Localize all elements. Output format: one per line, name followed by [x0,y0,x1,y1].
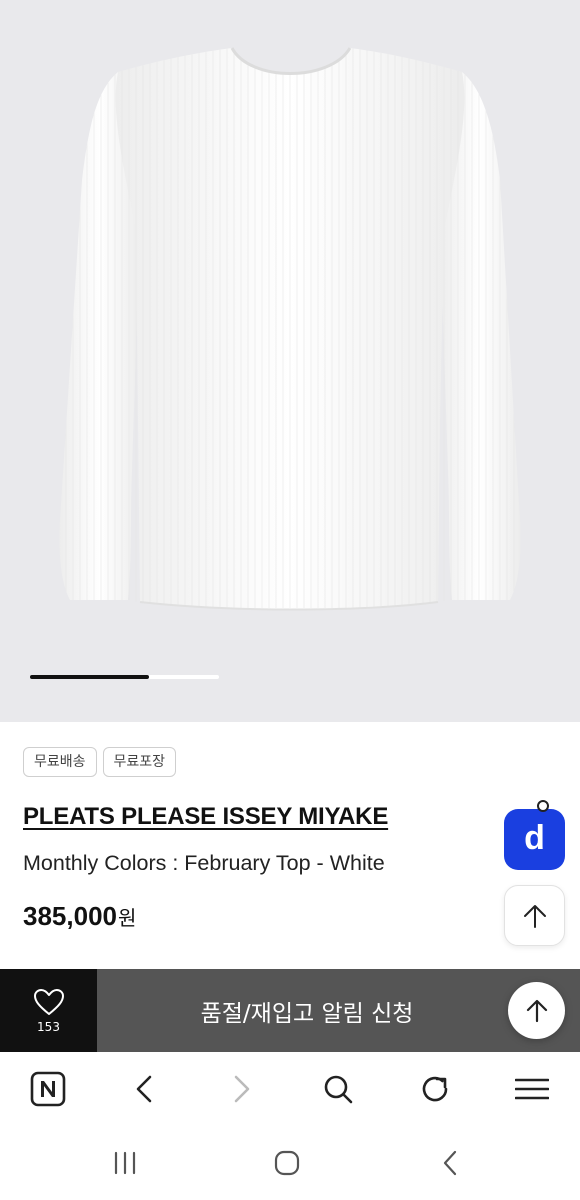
arrow-up-icon [523,904,546,928]
carousel-progress-fill [30,675,150,679]
recent-apps-button[interactable] [100,1140,150,1186]
browser-toolbar [0,1052,580,1128]
scroll-up-button[interactable] [508,982,565,1039]
purchase-action-bar: 153 품절/재입고 알림 신청 [0,969,580,1052]
d-logo-letter: d [524,818,545,857]
keyring-icon [537,800,549,812]
heart-icon [33,988,64,1015]
back-icon [136,1075,152,1103]
scroll-top-button[interactable] [504,885,565,946]
arrow-up-icon [526,999,547,1022]
home-icon [274,1150,300,1176]
naver-home-button[interactable] [23,1064,73,1114]
brand-link[interactable]: PLEATS PLEASE ISSEY MIYAKE [23,803,388,831]
restock-alert-label: 품절/재입고 알림 신청 [200,1000,414,1027]
recent-apps-icon [114,1151,136,1175]
search-button[interactable] [313,1064,363,1114]
back-button[interactable] [119,1064,169,1114]
naver-n-icon [30,1071,66,1107]
price-unit: 원 [117,906,137,930]
like-button[interactable]: 153 [0,969,97,1052]
product-price: 385,000원 [23,901,136,932]
tag-free-wrapping: 무료포장 [102,747,177,777]
price-value: 385,000 [23,901,117,931]
product-image[interactable] [0,0,580,722]
refresh-button[interactable] [410,1064,460,1114]
search-icon [324,1075,353,1104]
home-button[interactable] [262,1140,312,1186]
menu-icon [515,1078,549,1100]
back-icon [443,1150,457,1176]
forward-icon [234,1075,250,1103]
product-title: Monthly Colors : February Top - White [23,851,385,875]
system-navigation-bar [0,1128,580,1200]
garment-illustration [59,47,521,611]
tag-free-shipping: 무료배송 [23,747,97,777]
d-app-button[interactable]: d [504,800,565,870]
system-back-button[interactable] [425,1140,475,1186]
like-count: 153 [37,1019,60,1034]
refresh-icon [422,1076,448,1102]
benefit-tags: 무료배송 무료포장 [23,747,177,777]
carousel-progress [30,675,219,679]
menu-button[interactable] [507,1064,557,1114]
forward-button[interactable] [217,1064,267,1114]
